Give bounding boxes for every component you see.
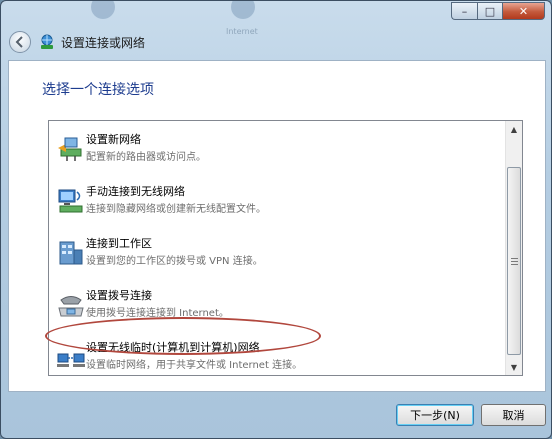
workplace-icon [59,241,83,265]
option-description: 设置临时网络，用于共享文件或 Internet 连接。 [86,360,303,371]
option-title: 设置新网络 [86,133,141,146]
option-description: 连接到隐藏网络或创建新无线配置文件。 [86,204,266,215]
option-description: 配置新的路由器或访问点。 [86,152,206,163]
back-arrow-icon [15,36,23,48]
option-new-network[interactable]: 设置新网络 配置新的路由器或访问点。 [51,127,501,179]
scroll-down-icon[interactable]: ▼ [506,359,522,375]
scroll-grip [511,258,518,266]
wireless-network-icon [58,189,83,213]
blurred-label: Internet [226,27,258,36]
cancel-button[interactable]: 取消 [481,404,546,426]
wizard-window: Internet – □ ✕ 设置连接或网络 选择一个连接选项 设置新网络 配置… [0,0,552,439]
blurred-globe-icon [231,1,255,19]
caption-buttons: – □ ✕ [451,2,545,20]
option-description: 设置到您的工作区的拨号或 VPN 连接。 [86,256,263,267]
highlight-annotation [45,317,321,355]
page-heading: 选择一个连接选项 [42,82,154,98]
scroll-thumb[interactable] [507,167,521,355]
new-network-icon [58,137,82,161]
window-title: 设置连接或网络 [61,35,146,50]
close-button[interactable]: ✕ [502,2,545,20]
option-title: 连接到工作区 [86,237,152,250]
list-scrollbar[interactable]: ▲ ▼ [505,121,522,375]
option-workplace[interactable]: 连接到工作区 设置到您的工作区的拨号或 VPN 连接。 [51,231,501,283]
background-blur: Internet [61,1,421,36]
maximize-button[interactable]: □ [477,2,502,20]
option-title: 手动连接到无线网络 [86,185,185,198]
blurred-icon [91,1,115,19]
dialup-phone-icon [58,296,84,317]
next-button[interactable]: 下一步(N) [396,404,474,426]
button-bar: 下一步(N) 取消 [1,394,551,438]
scroll-up-icon[interactable]: ▲ [506,121,522,137]
option-manual-wireless[interactable]: 手动连接到无线网络 连接到隐藏网络或创建新无线配置文件。 [51,179,501,231]
option-title: 设置拨号连接 [86,289,152,302]
back-button[interactable] [9,31,31,53]
minimize-button[interactable]: – [451,2,477,20]
network-setup-icon [41,34,53,49]
navigation-bar: 设置连接或网络 [9,29,145,55]
